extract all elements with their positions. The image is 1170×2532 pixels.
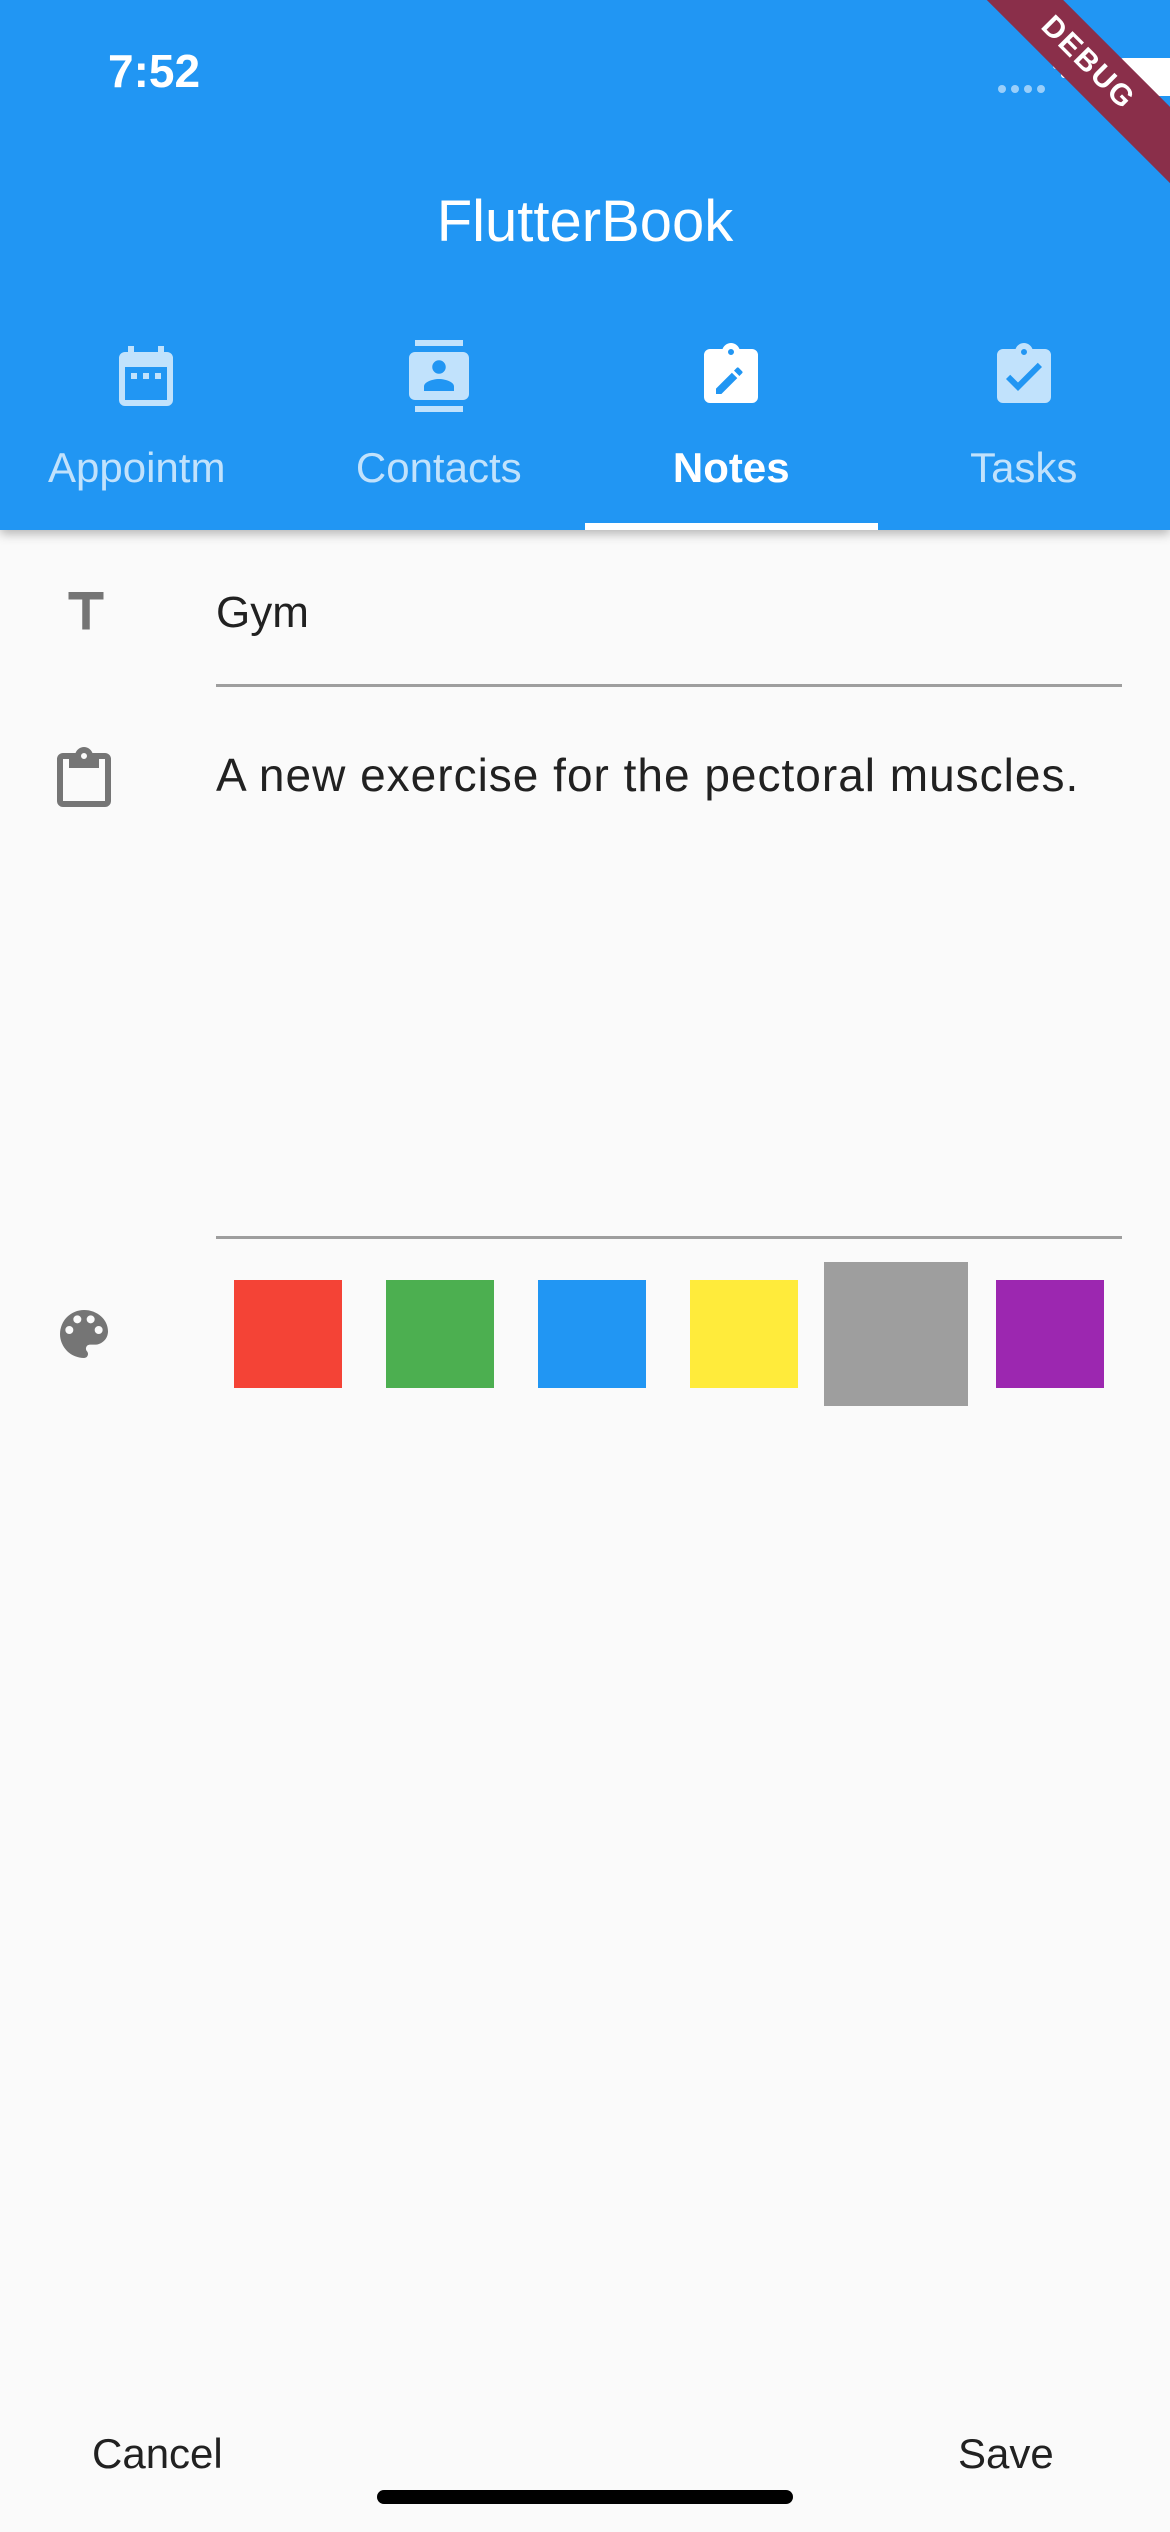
color-swatch-yellow[interactable] bbox=[690, 1280, 798, 1388]
debug-banner: DEBUG bbox=[962, 0, 1170, 189]
tab-appointments[interactable]: Appointm bbox=[0, 320, 293, 530]
tab-label: Appointm bbox=[48, 444, 226, 491]
status-time: 7:52 bbox=[108, 45, 201, 97]
tab-contacts[interactable]: Contacts bbox=[293, 320, 586, 530]
color-swatch-purple[interactable] bbox=[996, 1280, 1104, 1388]
tab-label: Contacts bbox=[355, 444, 522, 491]
tab-label: Notes bbox=[672, 444, 790, 491]
color-swatch-grey[interactable] bbox=[824, 1262, 968, 1406]
title-underline bbox=[216, 684, 1122, 687]
signal-icon bbox=[998, 80, 1050, 98]
contact-card-icon bbox=[408, 340, 469, 412]
content-underline bbox=[216, 1236, 1122, 1239]
clipboard-check-icon bbox=[996, 343, 1051, 403]
tab-tasks[interactable]: Tasks bbox=[878, 320, 1170, 530]
tab-notes[interactable]: Notes bbox=[585, 320, 878, 530]
title-field[interactable]: Gym bbox=[216, 588, 309, 638]
app-bar: 7:52 DEBUG FlutterBook Appointm Contacts bbox=[0, 0, 1170, 530]
cancel-button[interactable]: Cancel bbox=[92, 2430, 223, 2478]
home-indicator bbox=[377, 2490, 793, 2504]
save-button[interactable]: Save bbox=[958, 2430, 1054, 2478]
tab-indicator bbox=[585, 523, 878, 530]
calendar-icon bbox=[119, 346, 174, 406]
palette-icon bbox=[60, 1310, 108, 1358]
app-title: FlutterBook bbox=[436, 189, 734, 254]
clipboard-icon bbox=[57, 747, 111, 807]
color-swatch-blue[interactable] bbox=[538, 1280, 646, 1388]
tab-label: Tasks bbox=[970, 444, 1078, 491]
color-swatch-red[interactable] bbox=[234, 1280, 342, 1388]
tab-bar: Appointm Contacts Notes Tasks bbox=[0, 320, 1170, 530]
title-icon bbox=[68, 592, 104, 630]
color-swatch-green[interactable] bbox=[386, 1280, 494, 1388]
note-edit-icon bbox=[704, 343, 759, 403]
content-field[interactable]: A new exercise for the pectoral muscles. bbox=[216, 746, 1096, 804]
